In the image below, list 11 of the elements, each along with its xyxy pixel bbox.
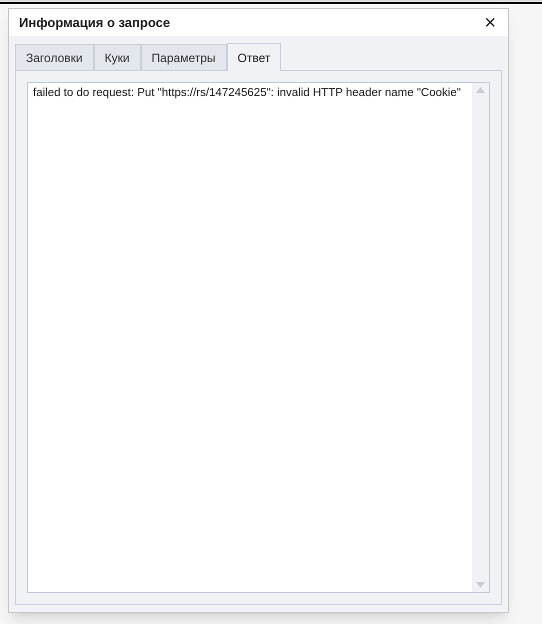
response-text-area[interactable]: failed to do request: Put "https://rs/147245625": invalid HTTP header name "Cookie" [27, 82, 490, 593]
scroll-down-icon[interactable] [476, 582, 485, 588]
tab[interactable]: Ответ [226, 43, 282, 71]
tab[interactable]: Куки [94, 44, 141, 70]
scrollbar[interactable] [472, 83, 489, 592]
tab[interactable]: Параметры [140, 44, 227, 70]
tab[interactable]: Заголовки [15, 44, 94, 70]
close-button[interactable]: × [482, 12, 498, 32]
dialog-title: Информация о запросе [19, 14, 170, 32]
scroll-up-icon[interactable] [476, 87, 485, 93]
response-text: failed to do request: Put "https://rs/147245625": invalid HTTP header name "Cookie" [32, 86, 462, 101]
